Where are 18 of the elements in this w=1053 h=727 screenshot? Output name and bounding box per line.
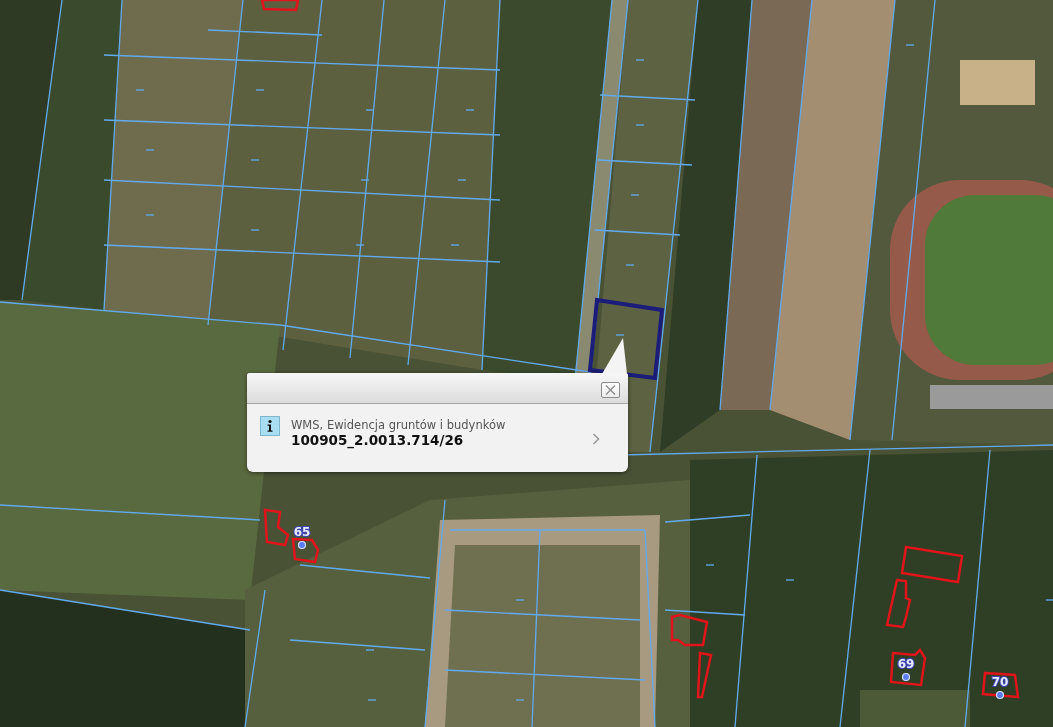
address-dot-icon (995, 690, 1005, 700)
address-number: 65 (293, 525, 311, 539)
chevron-right-icon[interactable] (592, 433, 600, 445)
building-outline (670, 613, 709, 647)
popup-pointer (602, 338, 627, 374)
address-number: 69 (897, 657, 915, 671)
address-dot-icon (297, 540, 307, 550)
close-button[interactable] (601, 382, 620, 398)
building-outline (889, 648, 927, 687)
address-dot-icon (901, 672, 911, 682)
info-icon (260, 416, 280, 436)
close-icon (605, 385, 616, 395)
layer-name: WMS, Ewidencja gruntów i budynków (291, 418, 506, 432)
parcel-id: 100905_2.0013.714/26 (291, 432, 464, 448)
address-number: 70 (991, 675, 1009, 689)
building-outline (981, 671, 1020, 699)
building-outline (696, 651, 713, 699)
building-outline (260, 0, 300, 12)
